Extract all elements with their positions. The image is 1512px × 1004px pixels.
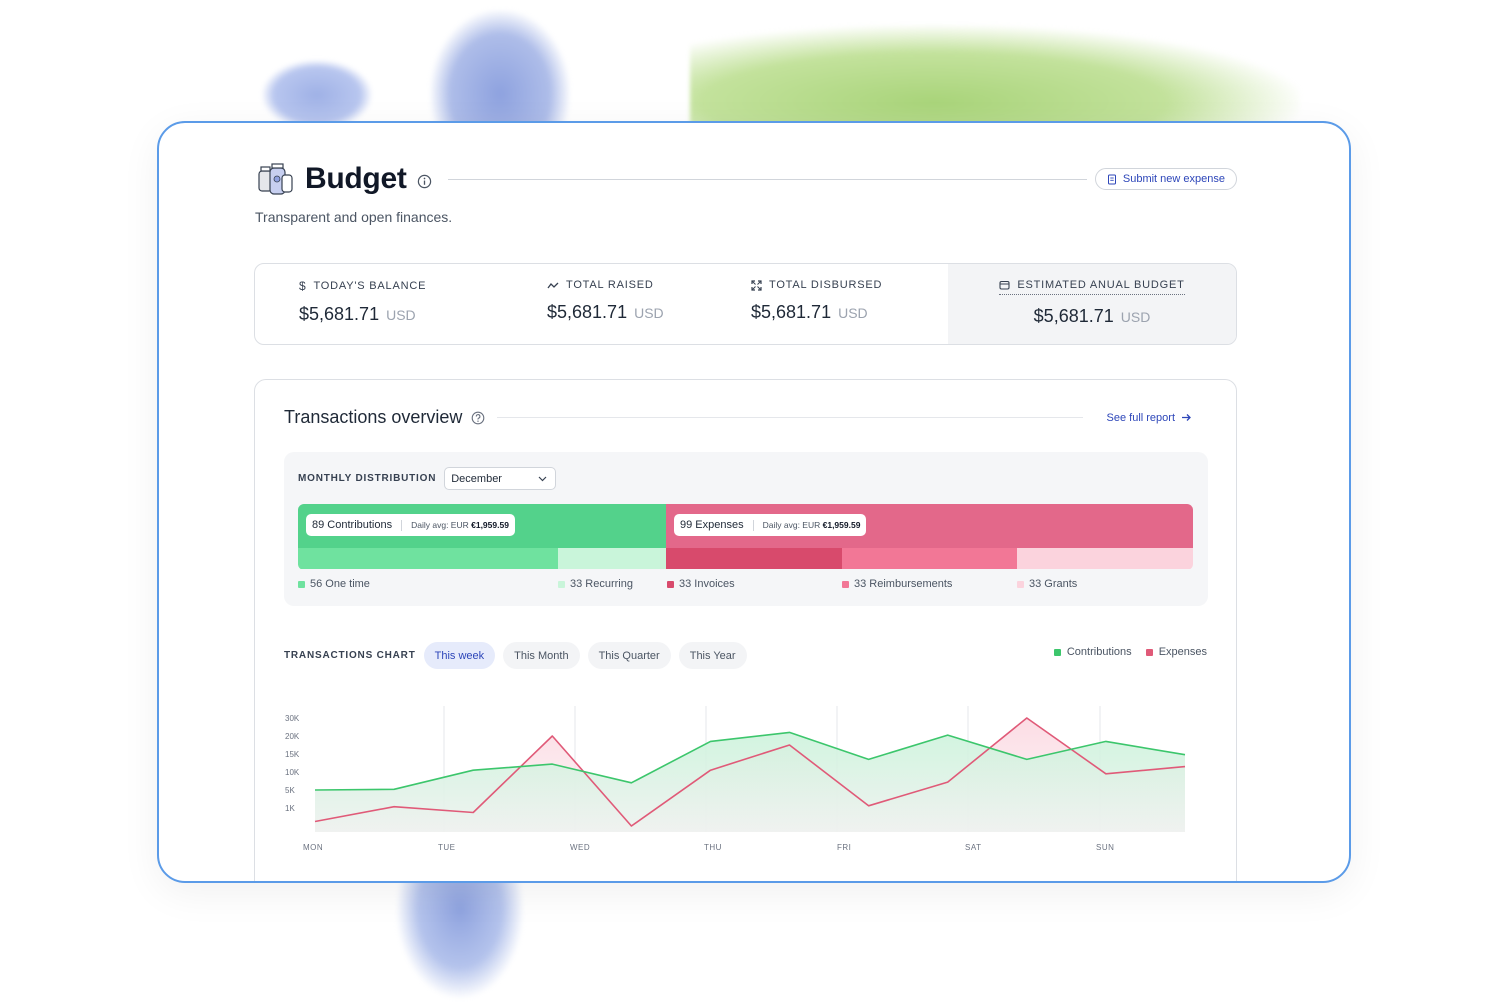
monthly-distribution-label: MONTHLY DISTRIBUTION [298, 473, 437, 484]
legend-label: 33 Recurring [570, 578, 633, 590]
monthly-distribution-panel: MONTHLY DISTRIBUTION December 89 Contrib… [284, 452, 1208, 606]
contributions-count: 89 Contributions [312, 519, 393, 531]
stat-estimated-budget: ESTIMATED ANUAL BUDGET $5,681.71 USD [948, 264, 1236, 344]
x-tick-label: FRI [837, 843, 851, 852]
transactions-chart-header: TRANSACTIONS CHART This week This Month … [284, 642, 747, 669]
info-icon[interactable] [417, 174, 432, 189]
legend-one-time: 56 One time [298, 578, 370, 590]
stat-label: TOTAL DISBURSED [769, 279, 883, 291]
expenses-avg-value: €1,959.59 [822, 520, 861, 530]
contributions-avg-label: Daily avg: EUR [411, 520, 472, 530]
tab-this-year[interactable]: This Year [678, 642, 747, 669]
month-select[interactable]: December [444, 467, 557, 490]
trend-icon [547, 282, 559, 288]
expand-icon [751, 279, 762, 291]
stat-label: ESTIMATED ANUAL BUDGET [1017, 279, 1185, 291]
stat-currency: USD [386, 307, 416, 323]
y-tick-label: 20K [285, 732, 300, 741]
x-tick-label: SUN [1096, 843, 1114, 852]
help-icon[interactable] [471, 411, 485, 425]
receipt-icon [1107, 174, 1116, 184]
distribution-bar: 89 Contributions Daily avg: EUR €1,959.5… [298, 504, 1193, 570]
stat-currency: USD [838, 305, 868, 321]
calendar-icon [999, 280, 1010, 290]
stat-total-raised: TOTAL RAISED $5,681.71 USD [503, 264, 707, 344]
budget-jars-icon [258, 163, 293, 195]
submit-expense-label: Submit new expense [1122, 173, 1225, 185]
legend-grants: 33 Grants [1017, 578, 1077, 590]
legend-reimbursements: 33 Reimbursements [842, 578, 952, 590]
expenses-count: 99 Expenses [680, 519, 744, 531]
y-tick-label: 30K [285, 714, 300, 723]
header-divider [447, 178, 1087, 180]
reimbursements-segment[interactable] [842, 548, 1017, 569]
tab-this-month[interactable]: This Month [503, 642, 580, 669]
grants-segment[interactable] [1017, 548, 1193, 569]
stat-value: $5,681.71 [1033, 306, 1114, 326]
page-title: Budget [305, 162, 407, 195]
background-paint-green [690, 25, 1300, 135]
x-tick-label: MON [303, 843, 323, 852]
recurring-segment[interactable] [558, 548, 666, 569]
stat-value: $5,681.71 [751, 302, 832, 322]
chart-legend-expenses[interactable]: Expenses [1145, 646, 1207, 658]
background-paint-blue-bottom [395, 870, 525, 1000]
chevron-down-icon [538, 476, 547, 481]
contributions-pill: 89 Contributions Daily avg: EUR €1,959.5… [306, 514, 515, 536]
background-paint-blue-left [262, 60, 372, 130]
overview-divider [497, 417, 1083, 418]
x-tick-label: SAT [965, 843, 981, 852]
y-tick-label: 5K [285, 786, 295, 795]
one-time-segment[interactable] [298, 548, 558, 569]
tab-this-quarter[interactable]: This Quarter [587, 642, 671, 669]
chart-legend: Contributions Expenses [1053, 646, 1207, 658]
see-full-report-label: See full report [1106, 411, 1175, 424]
legend-label: 33 Reimbursements [854, 578, 953, 590]
y-tick-label: 1K [285, 804, 295, 813]
x-tick-label: TUE [438, 843, 456, 852]
background-paint-blue-top [430, 10, 570, 130]
see-full-report-link[interactable]: See full report [1107, 412, 1192, 424]
expenses-avg-label: Daily avg: EUR [762, 520, 823, 530]
stat-currency: USD [634, 305, 664, 321]
y-tick-label: 10K [285, 768, 300, 777]
dollar-icon: $ [299, 279, 307, 293]
stat-value: $5,681.71 [299, 304, 380, 324]
y-tick-label: 15K [285, 750, 300, 759]
budget-window: Budget Submit new expense Transparent an… [157, 121, 1351, 883]
submit-expense-button[interactable]: Submit new expense [1094, 168, 1237, 190]
stat-value: $5,681.71 [547, 302, 628, 322]
overview-title: Transactions overview [284, 407, 463, 427]
stat-todays-balance: $ TODAY'S BALANCE $5,681.71 USD [255, 264, 503, 344]
x-tick-label: THU [704, 843, 722, 852]
tab-this-week[interactable]: This week [423, 642, 496, 669]
arrow-right-icon [1182, 414, 1191, 421]
legend-label: Contributions [1066, 646, 1132, 658]
stat-label: TOTAL RAISED [566, 279, 654, 291]
page-header: Budget Submit new expense [255, 159, 1237, 199]
stat-label: TODAY'S BALANCE [313, 280, 427, 292]
legend-label: 33 Grants [1029, 578, 1078, 590]
x-tick-label: WED [570, 843, 590, 852]
legend-label: 33 Invoices [679, 578, 735, 590]
contributions-avg-value: €1,959.59 [471, 520, 509, 530]
expenses-pill: 99 Expenses Daily avg: EUR €1,959.59 [674, 514, 867, 536]
legend-recurring: 33 Recurring [558, 578, 633, 590]
legend-label: Expenses [1158, 646, 1207, 658]
month-select-value: December [451, 472, 502, 485]
legend-invoices: 33 Invoices [667, 578, 735, 590]
transactions-chart: 30K 20K 15K 10K 5K 1K MON TUE WED THU FRI SAT SUN [285, 706, 1186, 852]
invoices-segment[interactable] [666, 548, 842, 569]
legend-label: 56 One time [310, 578, 370, 590]
stat-total-disbursed: TOTAL DISBURSED $5,681.71 USD [707, 264, 911, 344]
stat-currency: USD [1120, 309, 1151, 325]
page-subtitle: Transparent and open finances. [255, 209, 453, 225]
chart-legend-contributions[interactable]: Contributions [1053, 646, 1132, 658]
transactions-chart-label: TRANSACTIONS CHART [284, 650, 416, 661]
transactions-overview-card: Transactions overview See full report MO… [254, 379, 1237, 881]
stats-panel: $ TODAY'S BALANCE $5,681.71 USD TOTAL RA… [254, 263, 1237, 345]
